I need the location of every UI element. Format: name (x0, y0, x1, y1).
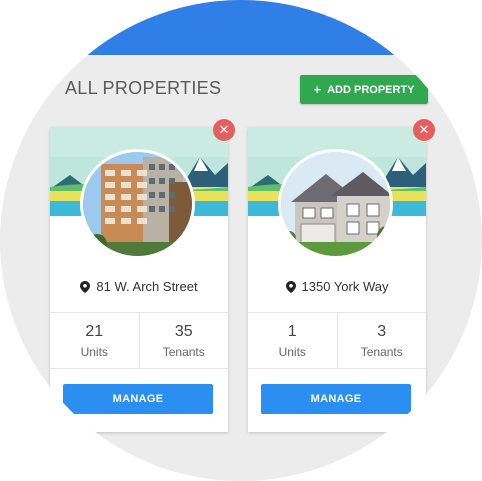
manage-button[interactable]: MANAGE (261, 384, 411, 414)
add-property-label: ADD PROPERTY (327, 83, 415, 96)
app-viewport: ALL PROPERTIES + ADD PROPERTY 81 W. Arch… (0, 0, 482, 481)
location-pin-icon (80, 280, 91, 293)
remove-property-button[interactable]: ✕ (213, 119, 235, 141)
units-stat: 21 Units (50, 313, 139, 368)
tenants-label: Tenants (162, 344, 205, 359)
close-icon: ✕ (418, 122, 430, 137)
property-stats: 21 Units 35 Tenants (50, 312, 228, 369)
property-photo (80, 149, 195, 259)
location-pin-icon (285, 280, 296, 293)
units-label: Units (278, 344, 306, 359)
property-photo (278, 149, 393, 259)
units-label: Units (80, 344, 108, 359)
manage-button[interactable]: MANAGE (63, 384, 213, 414)
close-icon: ✕ (218, 122, 230, 137)
tenants-stat: 3 Tenants (336, 313, 427, 368)
property-address: 1350 York Way (301, 279, 389, 294)
tenants-stat: 35 Tenants (138, 313, 229, 368)
page-title: ALL PROPERTIES (65, 78, 222, 98)
address-row: 1350 York Way (248, 279, 426, 294)
tenants-count: 3 (377, 322, 387, 340)
remove-property-button[interactable]: ✕ (413, 119, 435, 141)
tenants-label: Tenants (360, 344, 403, 359)
tenants-count: 35 (174, 322, 193, 340)
property-card: 81 W. Arch Street 21 Units 35 Tenants MA… (50, 127, 228, 432)
units-count: 1 (287, 322, 297, 340)
property-address: 81 W. Arch Street (96, 279, 198, 294)
units-stat: 1 Units (248, 313, 337, 368)
add-property-button[interactable]: + ADD PROPERTY (300, 75, 428, 104)
address-row: 81 W. Arch Street (50, 279, 228, 294)
plus-icon: + (313, 82, 322, 97)
top-app-bar (0, 0, 482, 55)
property-card: 1350 York Way 1 Units 3 Tenants MANAGE (248, 127, 426, 432)
property-stats: 1 Units 3 Tenants (248, 312, 426, 369)
units-count: 21 (85, 322, 104, 340)
